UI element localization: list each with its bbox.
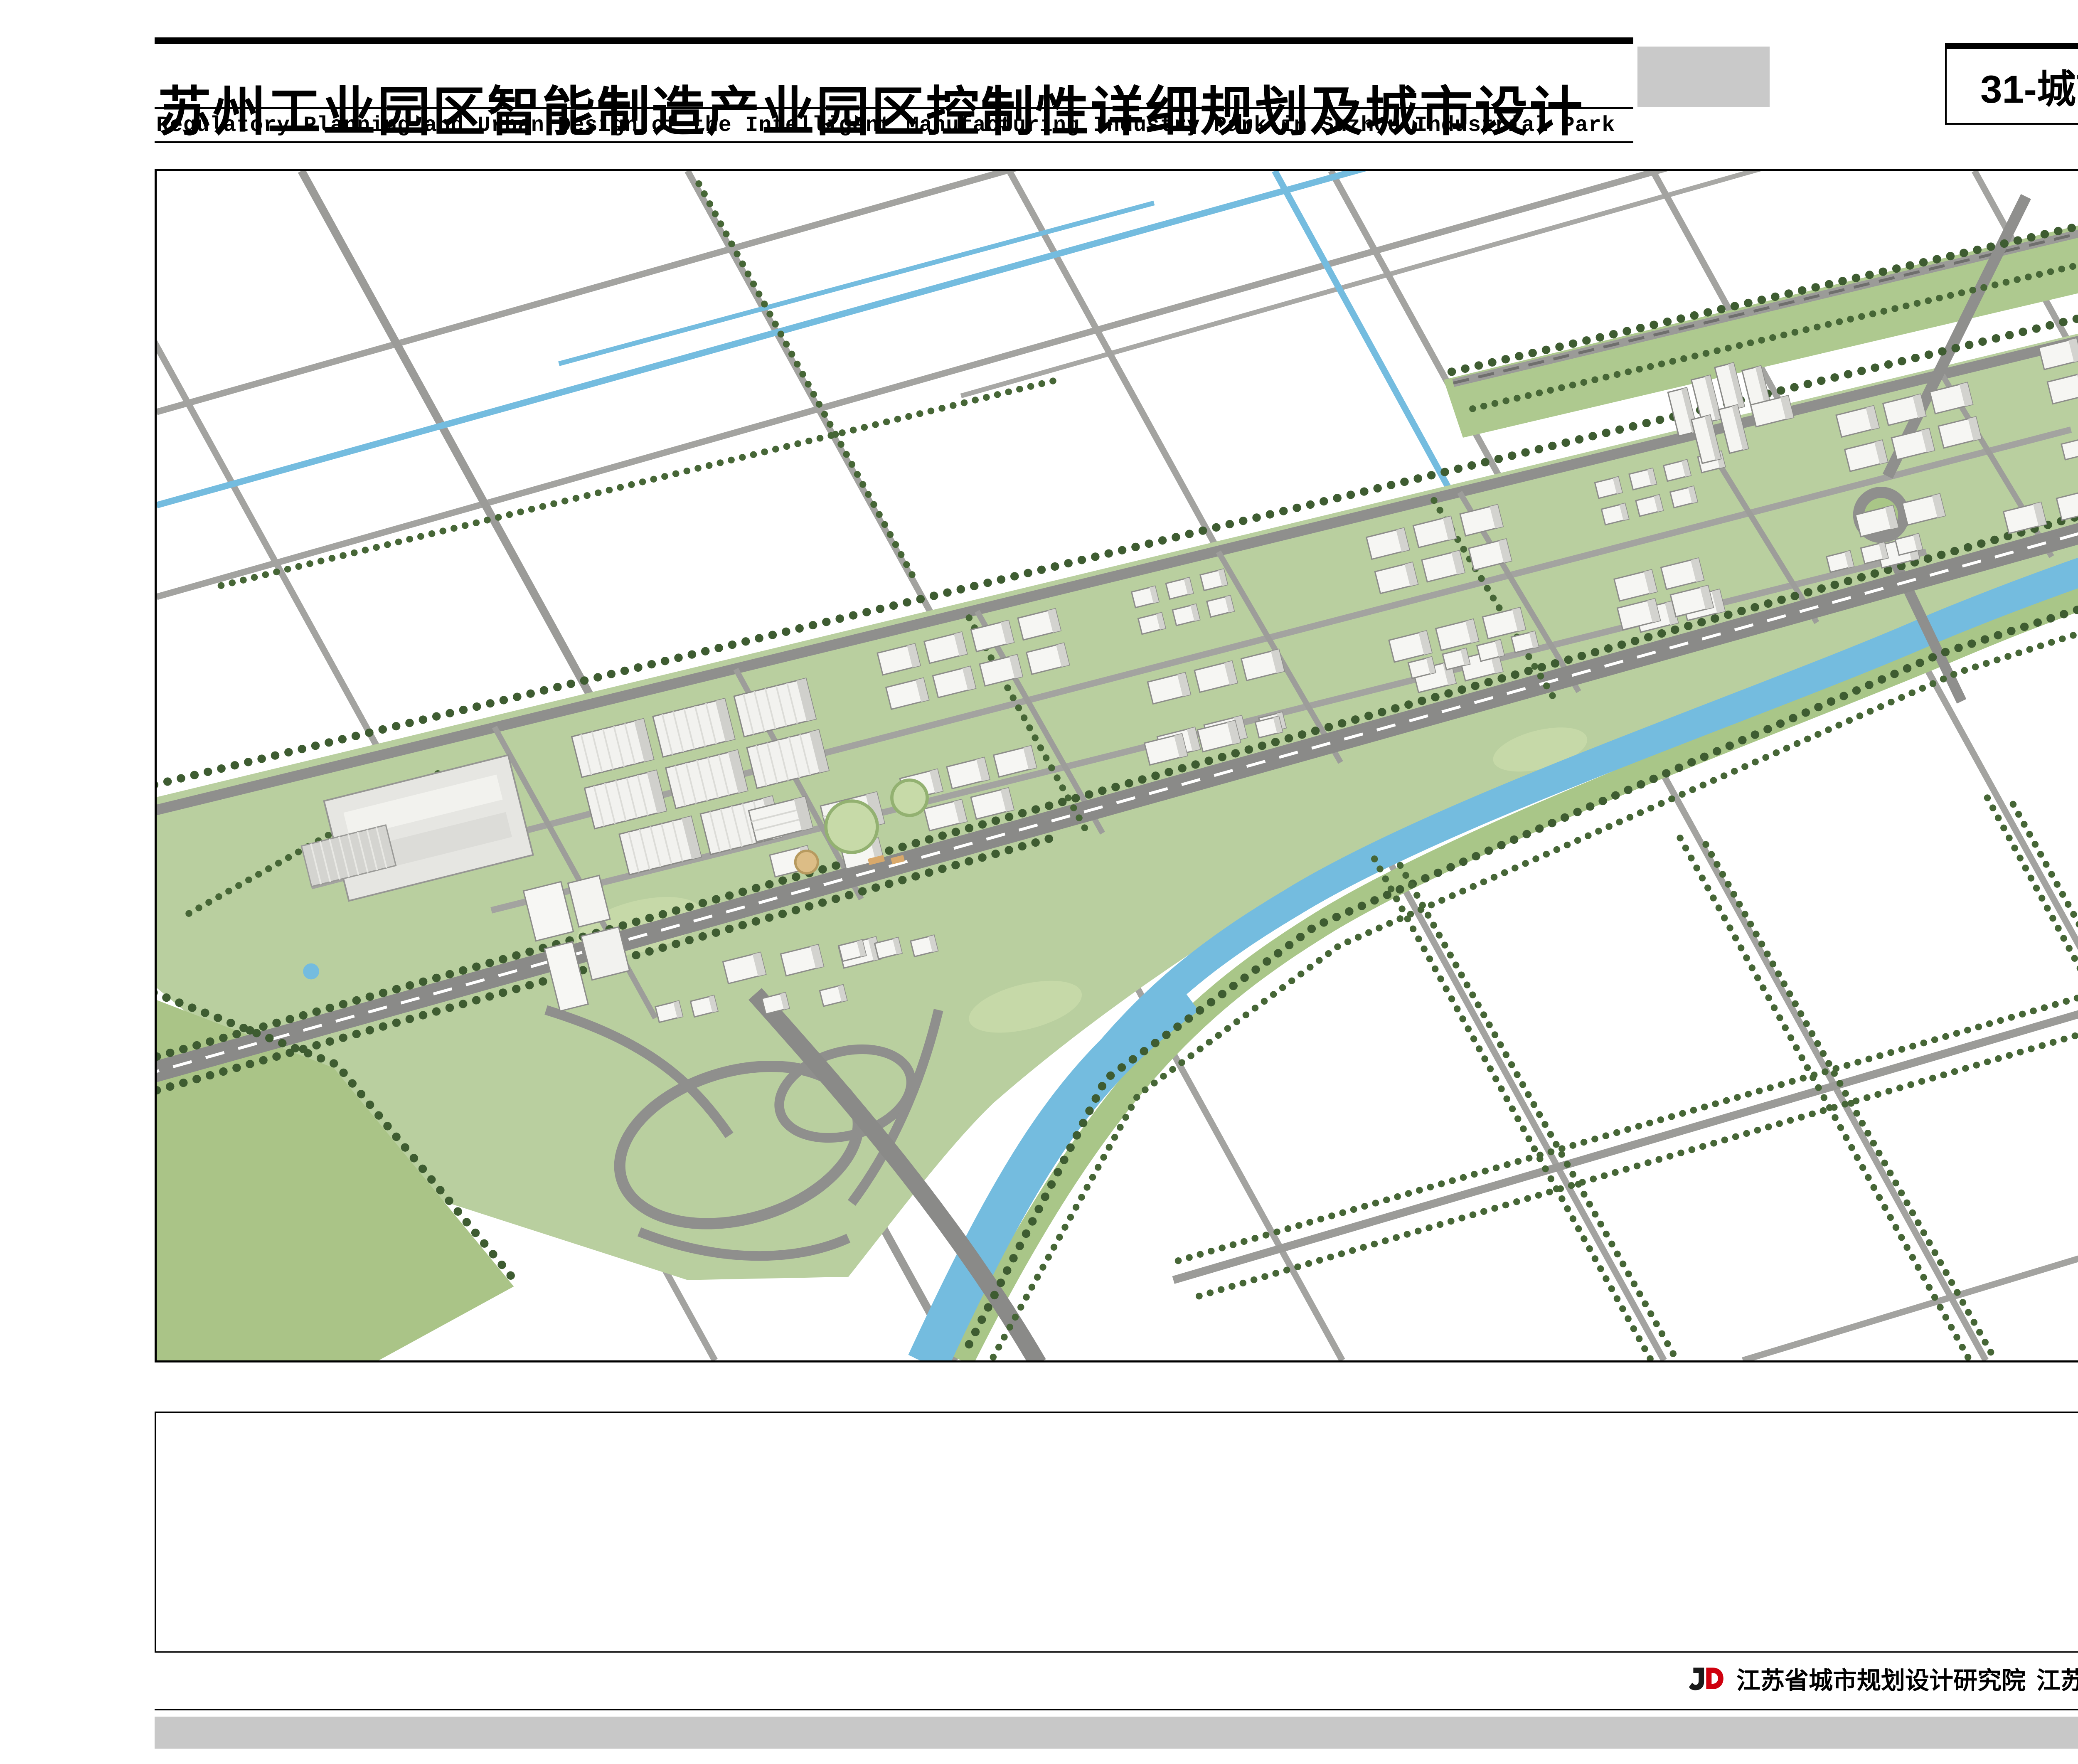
title-top-rule xyxy=(155,37,1633,44)
sheet-number-box: 31-城市设计三维鸟瞰图 xyxy=(1945,43,2078,125)
drawing-sheet: 苏州工业园区智能制造产业园区控制性详细规划及城市设计 Regulatory Pl… xyxy=(0,0,2078,1764)
sheet-number-label: 31-城市设计三维鸟瞰图 xyxy=(1980,58,2078,114)
credits-row: 江苏省城市规划设计研究院 江苏省城市交通规划研究中心 xyxy=(1689,1658,2078,1698)
title-spacer-box xyxy=(1637,47,1770,107)
title-mid-rule xyxy=(155,107,1633,109)
main-title-en: Regulatory Planning and Urban Design of … xyxy=(156,113,1636,138)
birdseye-rendering xyxy=(157,171,2078,1360)
notes-panel xyxy=(155,1412,2078,1653)
title-bottom-rule xyxy=(155,141,1633,143)
institute-logo-icon xyxy=(1689,1664,1726,1693)
footer-gray-bar xyxy=(155,1717,2078,1749)
footer-rule xyxy=(155,1709,2078,1710)
rendering-frame xyxy=(155,169,2078,1362)
credit-institute-2: 江苏省城市交通规划研究中心 xyxy=(2036,1661,2078,1696)
credit-institute-1: 江苏省城市规划设计研究院 xyxy=(1736,1661,2026,1696)
pond xyxy=(303,963,319,980)
